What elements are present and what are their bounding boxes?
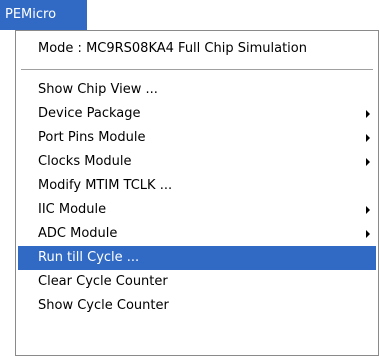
menu-item-port-pins-module[interactable]: Port Pins Module: [18, 126, 376, 150]
menu-item-label: IIC Module: [38, 202, 107, 217]
submenu-arrow-icon: [366, 206, 370, 214]
menu-item-label: Run till Cycle ...: [38, 250, 140, 265]
menubar-pemicro-label: PEMicro: [5, 7, 57, 22]
menu-item-label: ADC Module: [38, 226, 118, 241]
menu-list: Mode : MC9RS08KA4 Full Chip Simulation S…: [18, 31, 376, 318]
menu-item-label: Show Chip View ...: [38, 82, 158, 97]
menu-item-show-cycle-counter[interactable]: Show Cycle Counter: [18, 294, 376, 318]
menu-item-device-package[interactable]: Device Package: [18, 102, 376, 126]
submenu-arrow-icon: [366, 158, 370, 166]
menu-item-run-till-cycle[interactable]: Run till Cycle ...: [18, 246, 376, 270]
menu-item-label: Show Cycle Counter: [38, 298, 169, 313]
menubar-pemicro[interactable]: PEMicro: [0, 0, 87, 30]
menu-item-mode[interactable]: Mode : MC9RS08KA4 Full Chip Simulation: [18, 31, 376, 69]
menu-item-label: Port Pins Module: [38, 130, 146, 145]
menu-item-label: Clocks Module: [38, 154, 132, 169]
menu-item-label: Modify MTIM TCLK ...: [38, 178, 173, 193]
menu-item-adc-module[interactable]: ADC Module: [18, 222, 376, 246]
pemicro-dropdown-menu: Mode : MC9RS08KA4 Full Chip Simulation S…: [15, 30, 379, 356]
menu-item-show-chip-view[interactable]: Show Chip View ...: [18, 78, 376, 102]
menu-item-label: Device Package: [38, 106, 141, 121]
menu-item-modify-mtim-tclk[interactable]: Modify MTIM TCLK ...: [18, 174, 376, 198]
menu-item-iic-module[interactable]: IIC Module: [18, 198, 376, 222]
submenu-arrow-icon: [366, 110, 370, 118]
menu-separator: [21, 69, 373, 70]
submenu-arrow-icon: [366, 230, 370, 238]
menu-item-mode-label: Mode : MC9RS08KA4 Full Chip Simulation: [38, 41, 307, 56]
submenu-arrow-icon: [366, 134, 370, 142]
menu-item-label: Clear Cycle Counter: [38, 274, 168, 289]
menu-item-clear-cycle-counter[interactable]: Clear Cycle Counter: [18, 270, 376, 294]
menu-item-clocks-module[interactable]: Clocks Module: [18, 150, 376, 174]
